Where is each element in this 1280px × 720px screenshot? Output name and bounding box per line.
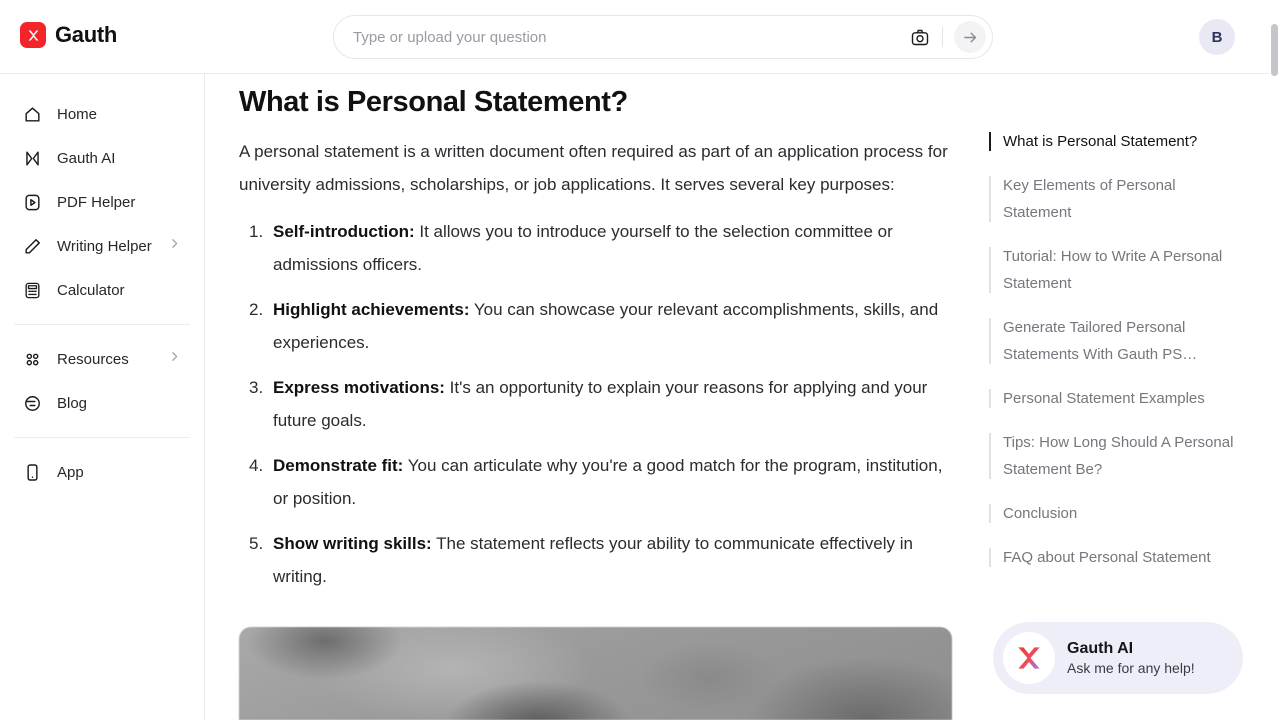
avatar-initial: B — [1211, 28, 1223, 46]
grid-icon — [22, 349, 43, 370]
list-item: Demonstrate fit: You can articulate why … — [239, 449, 954, 515]
article-intro: A personal statement is a written docume… — [239, 142, 948, 194]
search-input[interactable] — [334, 28, 907, 46]
pdf-icon — [22, 192, 43, 213]
gauth-ai-chat-widget[interactable]: Gauth AI Ask me for any help! — [993, 622, 1243, 694]
brand-logo[interactable]: Gauth — [20, 22, 117, 48]
chat-widget-subtitle: Ask me for any help! — [1067, 660, 1195, 676]
chat-widget-title: Gauth AI — [1067, 640, 1134, 657]
list-item: Highlight achievements: You can showcase… — [239, 293, 954, 359]
list-item-term: Highlight achievements: — [273, 300, 470, 319]
toc-item-conclusion[interactable]: Conclusion — [989, 500, 1234, 527]
calculator-icon — [22, 280, 43, 301]
sidebar-item-app[interactable]: App — [10, 450, 194, 494]
sidebar-item-resources[interactable]: Resources — [10, 337, 194, 381]
camera-icon[interactable] — [907, 24, 933, 50]
sidebar-divider — [14, 324, 190, 325]
chat-widget-text: Gauth AI Ask me for any help! — [1067, 640, 1195, 676]
toc-item-key-elements[interactable]: Key Elements of Personal Statement — [989, 172, 1234, 226]
sidebar-divider — [14, 437, 190, 438]
sidebar-item-label: Resources — [57, 350, 129, 368]
sidebar-item-gauth-ai[interactable]: Gauth AI — [10, 136, 194, 180]
sidebar-item-label: PDF Helper — [57, 193, 136, 211]
toc-item-label: Personal Statement Examples — [1003, 390, 1205, 407]
brand-name: Gauth — [55, 22, 118, 47]
table-of-contents: What is Personal Statement? Key Elements… — [989, 128, 1234, 588]
sidebar-item-label: Blog — [57, 394, 88, 412]
list-item-term: Express motivations: — [273, 378, 445, 397]
toc-item-examples[interactable]: Personal Statement Examples — [989, 385, 1234, 412]
toc-item-label: FAQ about Personal Statement — [1003, 549, 1211, 566]
toc-item-tutorial[interactable]: Tutorial: How to Write A Personal Statem… — [989, 243, 1234, 297]
chevron-right-icon — [168, 350, 181, 368]
list-item-term: Demonstrate fit: — [273, 456, 404, 475]
sidebar-item-home[interactable]: Home — [10, 92, 194, 136]
toc-item-what-is-personal-statement[interactable]: What is Personal Statement? — [989, 128, 1234, 155]
toc-item-generate-tailored[interactable]: Generate Tailored Personal Statements Wi… — [989, 314, 1234, 368]
search-submit-button[interactable] — [954, 21, 986, 53]
scrollbar-thumb[interactable] — [1271, 24, 1278, 76]
toc-item-label: Tips: How Long Should A Personal Stateme… — [1003, 434, 1234, 478]
toc-item-tips[interactable]: Tips: How Long Should A Personal Stateme… — [989, 429, 1234, 483]
app-header: Gauth B — [0, 0, 1270, 74]
sidebar-item-label: Gauth AI — [57, 149, 116, 167]
sidebar-item-blog[interactable]: Blog — [10, 381, 194, 425]
blog-icon — [22, 393, 43, 414]
phone-icon — [22, 462, 43, 483]
gauth-ai-icon — [22, 148, 43, 169]
toc-item-label: Conclusion — [1003, 505, 1078, 522]
sidebar: Home Gauth AI PDF Helper Writing Helper … — [0, 74, 205, 720]
list-item: Self-introduction: It allows you to intr… — [239, 215, 954, 281]
user-avatar[interactable]: B — [1199, 19, 1235, 55]
chevron-right-icon — [168, 237, 181, 255]
sidebar-item-calculator[interactable]: Calculator — [10, 268, 194, 312]
sidebar-item-label: App — [57, 463, 84, 481]
article-list: Self-introduction: It allows you to intr… — [239, 215, 954, 593]
gauth-logo-icon — [20, 22, 46, 48]
toc-item-label: Generate Tailored Personal Statements Wi… — [1003, 319, 1198, 363]
sidebar-item-pdf-helper[interactable]: PDF Helper — [10, 180, 194, 224]
page-scrollbar[interactable] — [1270, 0, 1280, 720]
article-hero-image — [239, 627, 952, 720]
toc-item-label: Key Elements of Personal Statement — [1003, 177, 1176, 221]
search-bar[interactable] — [333, 15, 993, 59]
list-item: Show writing skills: The statement refle… — [239, 527, 954, 593]
pen-icon — [22, 236, 43, 257]
gauth-logo-icon — [1003, 632, 1055, 684]
page-title: What is Personal Statement? — [239, 86, 628, 118]
search-divider — [942, 27, 943, 47]
sidebar-item-label: Calculator — [57, 281, 125, 299]
list-item: Express motivations: It's an opportunity… — [239, 371, 954, 437]
home-icon — [22, 104, 43, 125]
sidebar-item-label: Home — [57, 105, 98, 123]
app-root: Gauth B — [0, 0, 1280, 720]
toc-item-label: Tutorial: How to Write A Personal Statem… — [1003, 248, 1223, 292]
sidebar-item-writing-helper[interactable]: Writing Helper — [10, 224, 194, 268]
sidebar-item-label: Writing Helper — [57, 237, 152, 255]
toc-item-faq[interactable]: FAQ about Personal Statement — [989, 544, 1234, 571]
list-item-term: Self-introduction: — [273, 222, 415, 241]
toc-item-label: What is Personal Statement? — [1003, 133, 1198, 150]
list-item-term: Show writing skills: — [273, 534, 432, 553]
article: What is Personal Statement? A personal s… — [239, 74, 954, 605]
